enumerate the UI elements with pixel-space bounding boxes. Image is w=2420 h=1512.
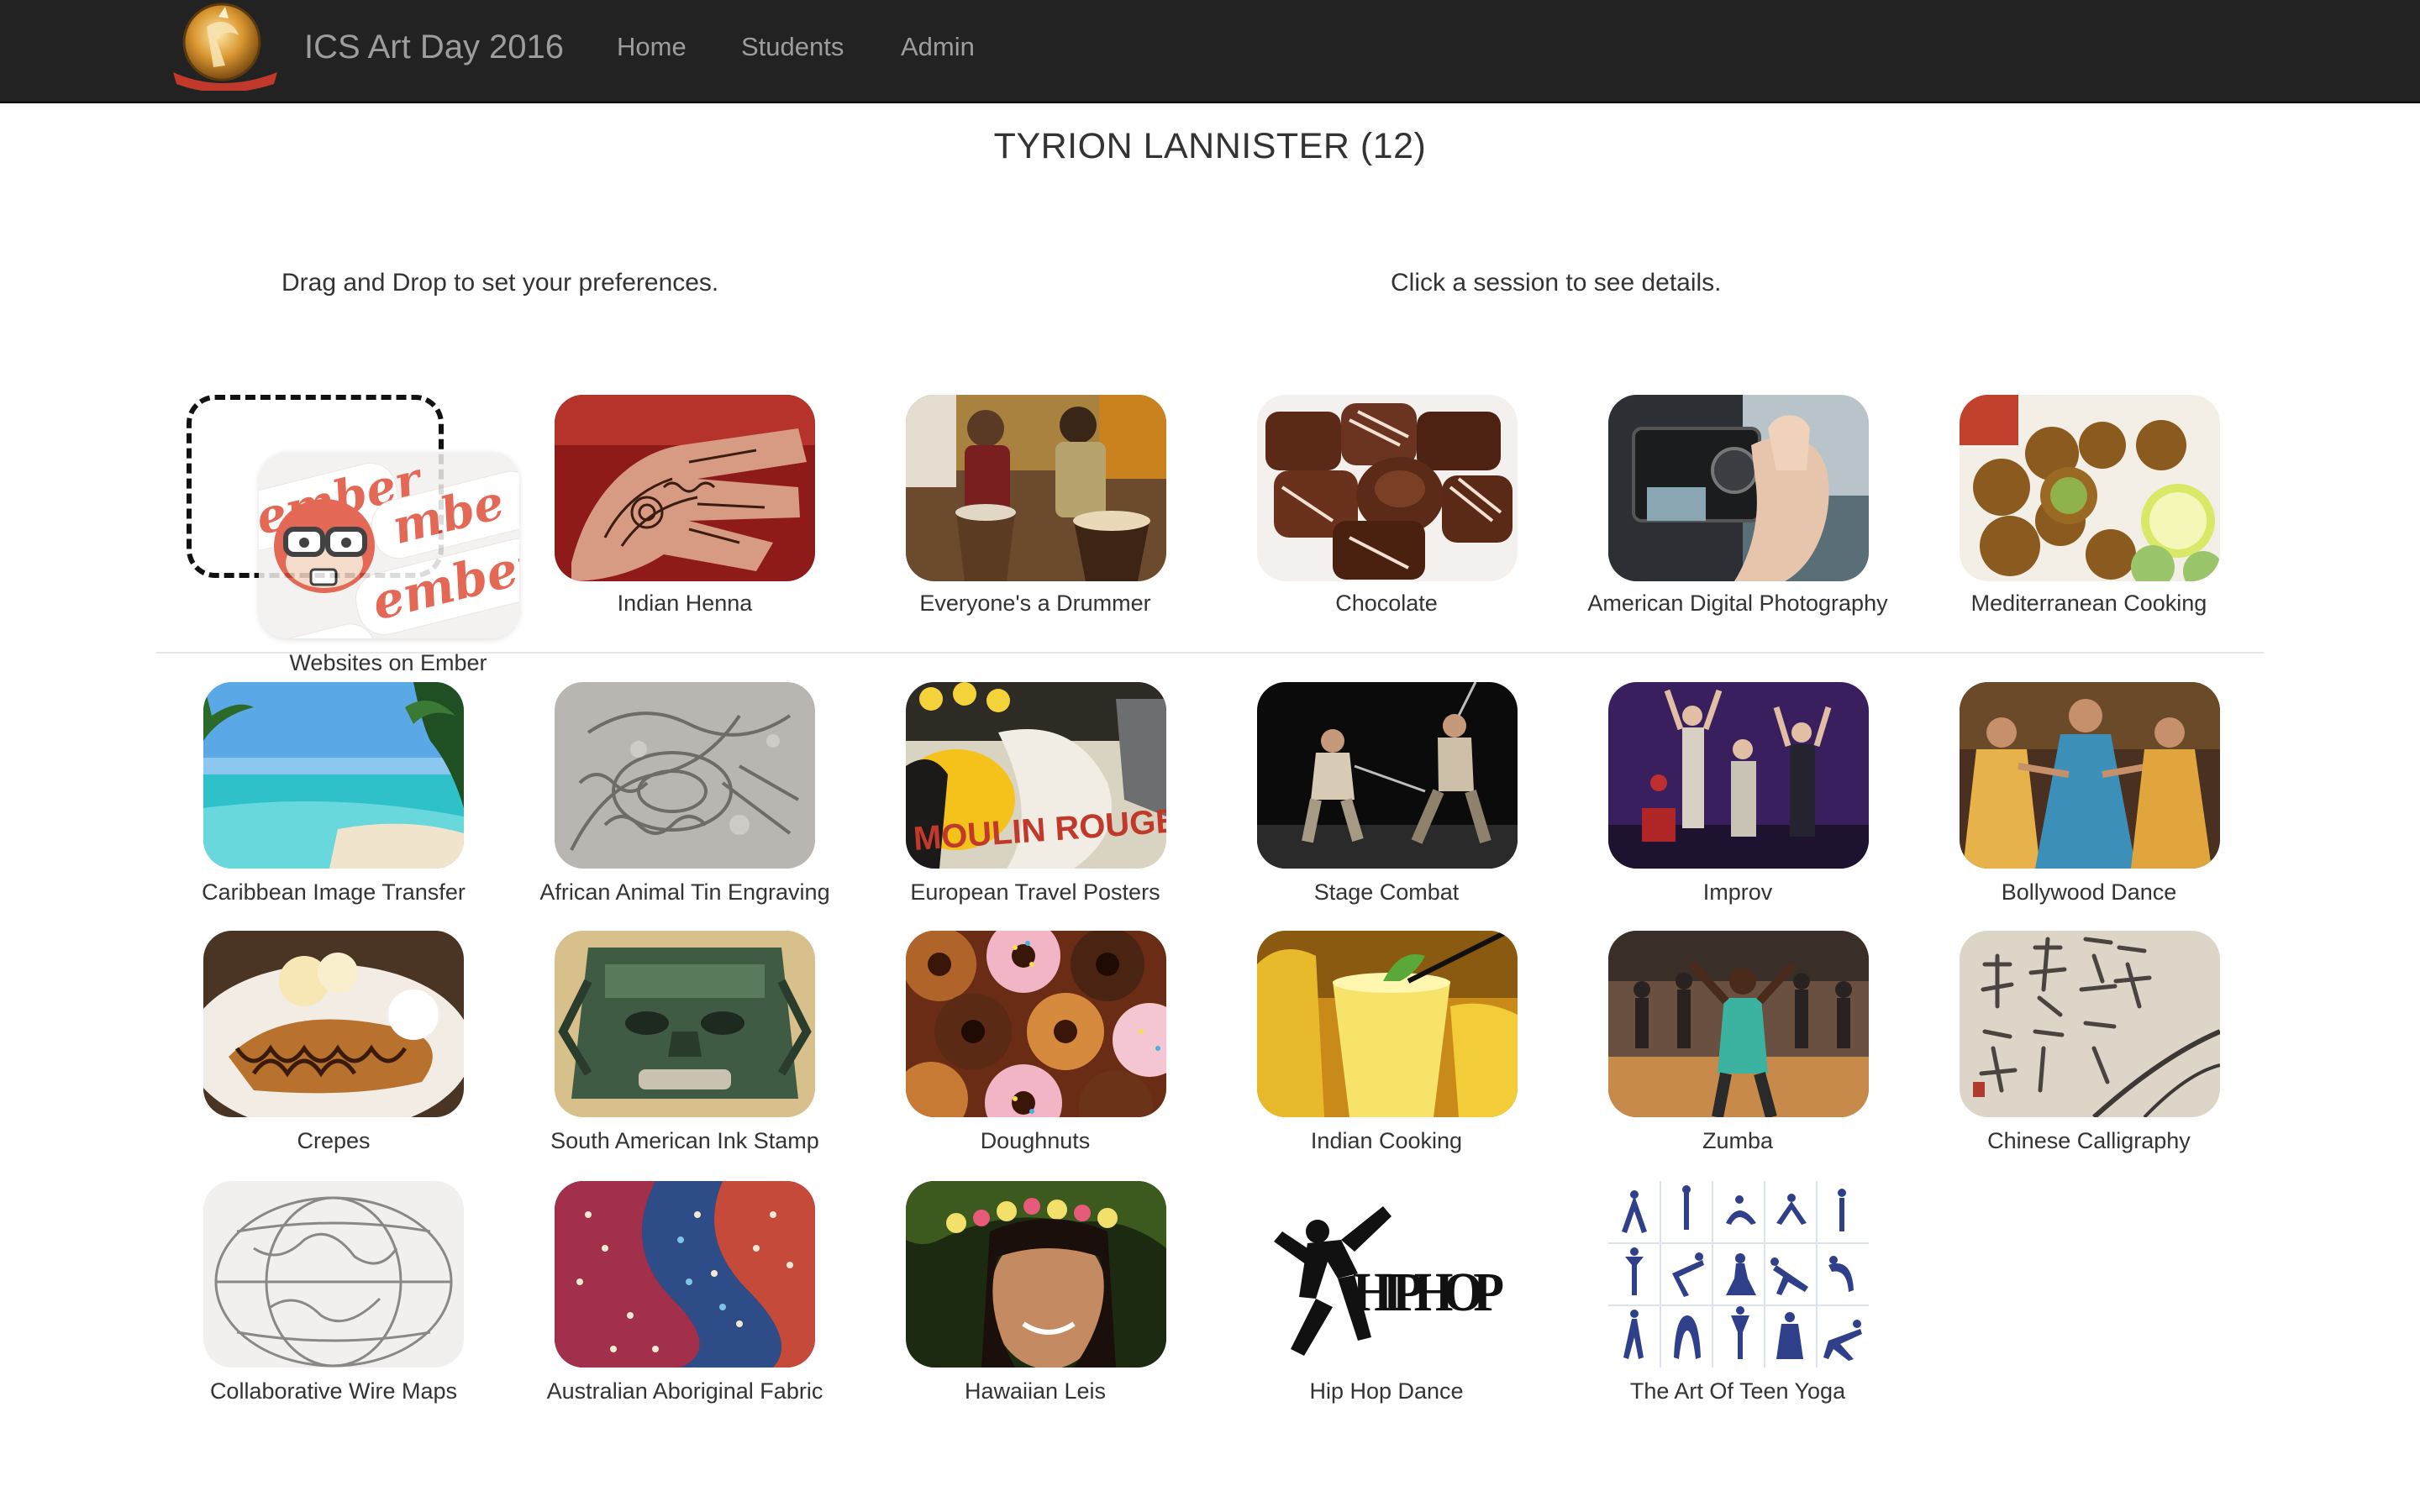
nav-home[interactable]: Home xyxy=(617,29,687,66)
session-label: Doughnuts xyxy=(980,1128,1091,1153)
brand-title[interactable]: ICS Art Day 2016 xyxy=(304,25,564,69)
session-label: South American Ink Stamp xyxy=(550,1128,819,1153)
session-label: Hawaiian Leis xyxy=(964,1378,1107,1404)
session-label: Bollywood Dance xyxy=(2001,879,2177,905)
session-label: Hip Hop Dance xyxy=(1309,1378,1464,1404)
session-label: Chinese Calligraphy xyxy=(1987,1128,2191,1153)
nav-students[interactable]: Students xyxy=(741,29,844,66)
session-tile-caribbean-image-transfer[interactable] xyxy=(203,682,464,869)
session-label: Crepes xyxy=(297,1128,371,1153)
session-tile-doughnuts[interactable] xyxy=(906,931,1166,1117)
session-tile-hip-hop-dance[interactable]: HIP HOP xyxy=(1257,1181,1518,1368)
session-label: Australian Aboriginal Fabric xyxy=(546,1378,823,1404)
session-label: Zumba xyxy=(1702,1128,1774,1153)
session-tile-improv[interactable] xyxy=(1608,682,1869,869)
session-tile-indian-cooking[interactable] xyxy=(1257,931,1518,1117)
row-divider xyxy=(156,652,2264,654)
nav-admin[interactable]: Admin xyxy=(901,29,975,66)
session-tile-stage-combat[interactable] xyxy=(1257,682,1518,869)
session-tile-collaborative-wire-maps[interactable] xyxy=(203,1181,464,1368)
session-label: Everyone's a Drummer xyxy=(919,591,1151,616)
session-label: Collaborative Wire Maps xyxy=(209,1378,458,1404)
session-tile-australian-aboriginal-fabric[interactable] xyxy=(555,1181,815,1368)
session-label: European Travel Posters xyxy=(910,879,1160,905)
hip-hop-logo-text: HIP HOP xyxy=(1353,1261,1504,1322)
session-tile-chinese-calligraphy[interactable] xyxy=(1960,931,2220,1117)
session-tile-zumba[interactable] xyxy=(1608,931,1869,1117)
session-tile-the-art-of-teen-yoga[interactable] xyxy=(1608,1181,1869,1368)
session-tile-chocolate[interactable] xyxy=(1257,395,1518,581)
session-tile-everyones-a-drummer[interactable] xyxy=(906,395,1166,581)
session-tile-african-animal-tin-engraving[interactable] xyxy=(555,682,815,869)
session-label: Caribbean Image Transfer xyxy=(202,879,466,905)
session-tile-indian-henna[interactable] xyxy=(555,395,815,581)
session-label: American Digital Photography xyxy=(1587,591,1888,616)
session-label: Chocolate xyxy=(1335,591,1438,616)
session-tile-crepes[interactable] xyxy=(203,931,464,1117)
session-tile-hawaiian-leis[interactable] xyxy=(906,1181,1166,1368)
session-tile-websites-on-ember[interactable]: ember mbe ember ber xyxy=(259,452,519,638)
session-label: Indian Henna xyxy=(617,591,753,616)
session-label: Indian Cooking xyxy=(1310,1128,1463,1153)
session-tile-bollywood-dance[interactable] xyxy=(1960,682,2220,869)
student-name-heading: TYRION LANNISTER (12) xyxy=(993,126,1427,166)
details-instruction: Click a session to see details. xyxy=(1391,269,1722,297)
school-crest-logo[interactable] xyxy=(166,2,284,92)
preferences-instruction: Drag and Drop to set your preferences. xyxy=(281,269,719,297)
session-tile-mediterranean-cooking[interactable] xyxy=(1960,395,2220,581)
session-label: African Animal Tin Engraving xyxy=(539,879,830,905)
session-label: Mediterranean Cooking xyxy=(1970,591,2207,616)
session-label: Stage Combat xyxy=(1313,879,1460,905)
session-tile-south-american-ink-stamp[interactable] xyxy=(555,931,815,1117)
session-tile-american-digital-photography[interactable] xyxy=(1608,395,1869,581)
session-tile-european-travel-posters[interactable]: MOULIN ROUGE xyxy=(906,682,1166,869)
top-navbar: ICS Art Day 2016 Home Students Admin xyxy=(0,0,2420,103)
session-label: Improv xyxy=(1702,879,1773,905)
session-label: The Art Of Teen Yoga xyxy=(1629,1378,1846,1404)
